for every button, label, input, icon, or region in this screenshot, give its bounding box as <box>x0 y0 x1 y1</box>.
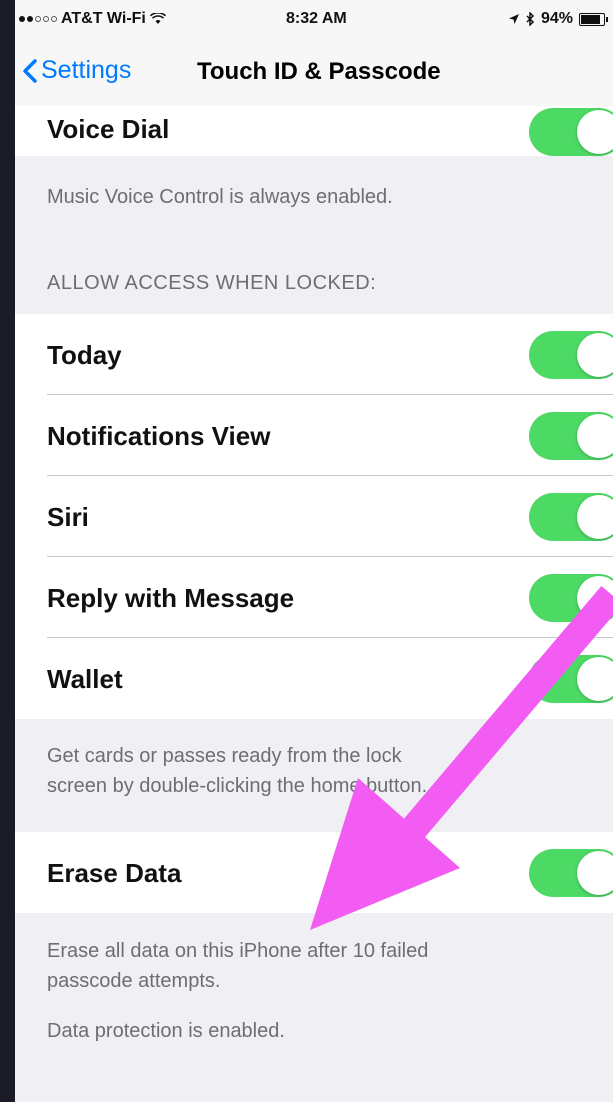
carrier-name: AT&T Wi-Fi <box>61 10 146 27</box>
locked-access-header: ALLOW ACCESS WHEN LOCKED: <box>47 272 377 294</box>
voice-dial-toggle[interactable] <box>529 108 613 156</box>
data-protection-status: Data protection is enabled. <box>47 1020 285 1042</box>
battery-percent: 94% <box>540 10 573 27</box>
signal-dots-icon <box>19 16 57 22</box>
bluetooth-icon <box>526 12 535 26</box>
wallet-row[interactable]: Wallet <box>15 638 613 719</box>
wallet-footer-line-1: Get cards or passes ready from the lock <box>47 745 402 767</box>
notifications-view-row[interactable]: Notifications View <box>15 395 613 476</box>
siri-toggle[interactable] <box>529 493 613 541</box>
wallet-footer: Get cards or passes ready from the lock … <box>47 741 427 801</box>
reply-with-message-row[interactable]: Reply with Message <box>15 557 613 638</box>
location-arrow-icon <box>508 14 519 24</box>
erase-data-toggle[interactable] <box>529 849 613 897</box>
wallet-label: Wallet <box>47 664 123 694</box>
voice-dial-label: Voice Dial <box>47 114 170 144</box>
siri-row[interactable]: Siri <box>15 476 613 557</box>
erase-data-footer: Erase all data on this iPhone after 10 f… <box>47 936 428 996</box>
voice-dial-section: Voice Dial <box>15 106 613 156</box>
erase-data-label: Erase Data <box>47 858 182 888</box>
battery-icon <box>579 12 608 26</box>
erase-data-section: Erase Data <box>15 832 613 913</box>
erase-footer-line-2: passcode attempts. <box>47 970 221 992</box>
reply-with-message-toggle[interactable] <box>529 574 613 622</box>
voice-dial-row[interactable]: Voice Dial <box>15 106 613 156</box>
status-time: 8:32 AM <box>286 10 347 27</box>
erase-footer-line-1: Erase all data on this iPhone after 10 f… <box>47 940 429 962</box>
erase-data-row[interactable]: Erase Data <box>15 832 613 913</box>
wallet-footer-line-2: screen by double-clicking the home butto… <box>47 775 428 797</box>
locked-access-section: Today Notifications View Siri Reply with… <box>15 314 613 719</box>
back-chevron-icon <box>23 58 37 83</box>
today-row[interactable]: Today <box>15 314 613 395</box>
notifications-view-label: Notifications View <box>47 421 271 451</box>
phone-screen: AT&T Wi-Fi 8:32 AM 94% Settings Touch ID… <box>15 0 613 1102</box>
wallet-toggle[interactable] <box>529 655 613 703</box>
back-label: Settings <box>41 56 132 84</box>
carrier-group: AT&T Wi-Fi <box>19 10 166 28</box>
page-title: Touch ID & Passcode <box>197 58 441 85</box>
navigation-bar: Settings Touch ID & Passcode <box>15 34 613 107</box>
back-button[interactable]: Settings <box>23 56 131 85</box>
status-bar: AT&T Wi-Fi 8:32 AM 94% <box>15 0 613 34</box>
today-label: Today <box>47 340 122 370</box>
wifi-icon <box>149 13 166 24</box>
voice-dial-footer: Music Voice Control is always enabled. <box>47 186 393 208</box>
status-right: 94% <box>508 10 608 28</box>
today-toggle[interactable] <box>529 331 613 379</box>
notifications-view-toggle[interactable] <box>529 412 613 460</box>
siri-label: Siri <box>47 502 89 532</box>
reply-with-message-label: Reply with Message <box>47 583 295 613</box>
